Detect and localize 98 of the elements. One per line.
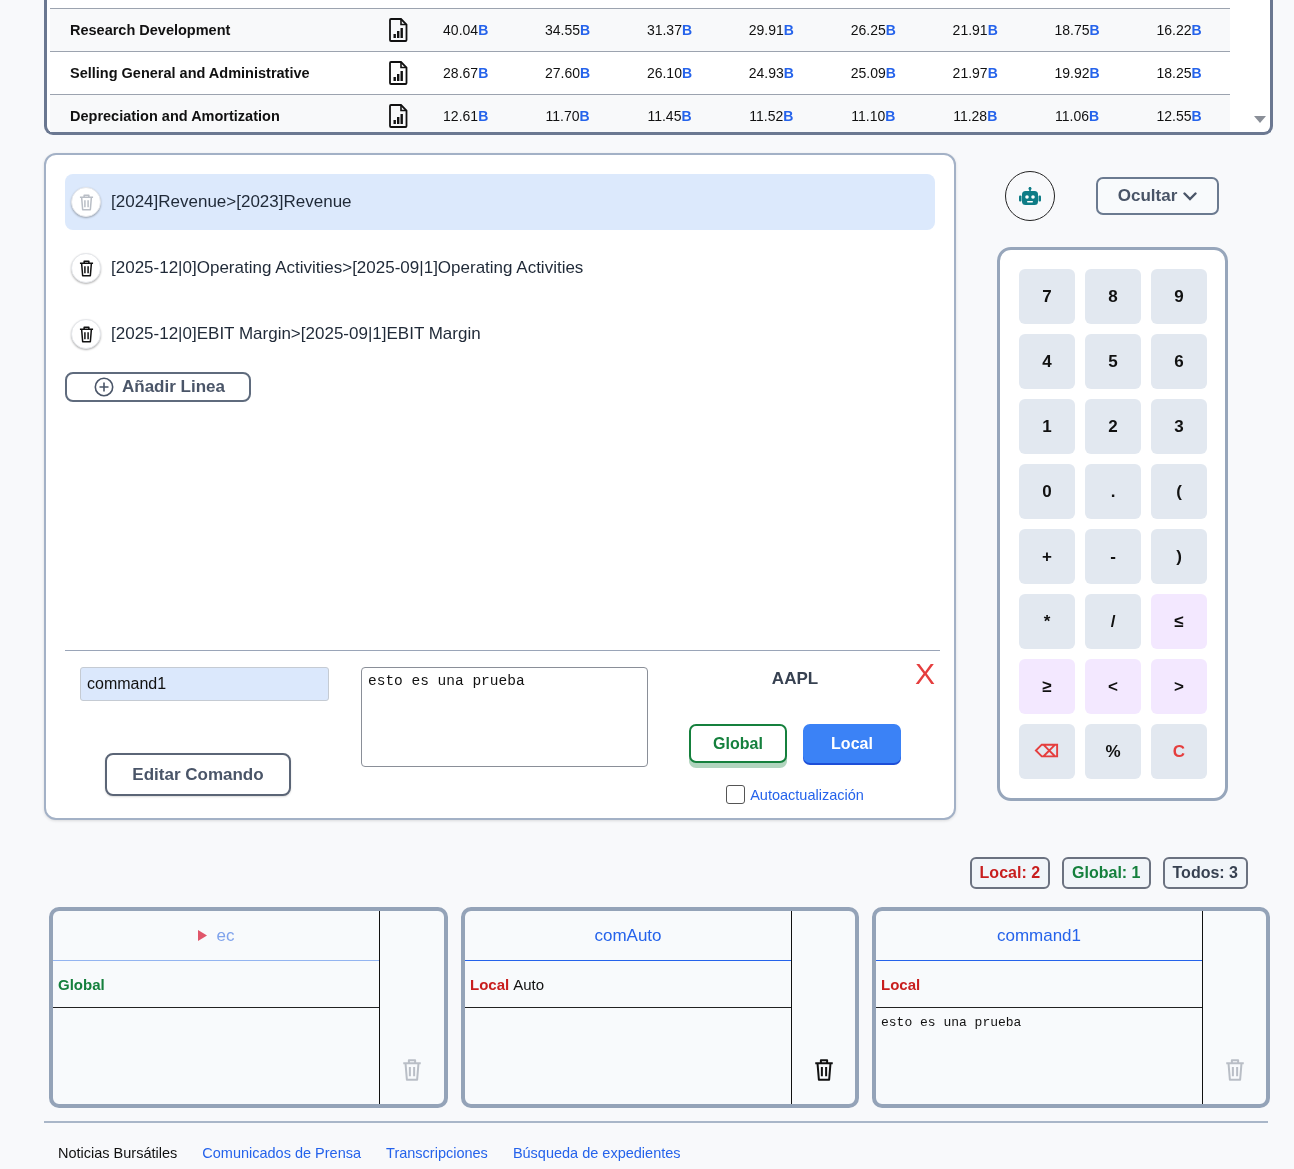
keypad-key[interactable]: 7 xyxy=(1019,269,1075,324)
value-cell-text: 18.75B xyxy=(1053,22,1101,38)
keypad-key[interactable]: % xyxy=(1085,724,1141,779)
formula-text: [2024]Revenue>[2023]Revenue xyxy=(111,192,352,212)
keypad-key[interactable]: ) xyxy=(1151,529,1207,584)
command-card[interactable]: ec Global xyxy=(49,907,448,1108)
close-button[interactable]: X xyxy=(915,661,935,687)
keypad-key[interactable]: > xyxy=(1151,659,1207,714)
filter-button[interactable]: Local: 2 xyxy=(969,857,1051,889)
value-cell-text: 12.55B xyxy=(1155,108,1203,124)
scope-label: Local xyxy=(470,975,510,993)
delete-button[interactable] xyxy=(71,253,101,283)
keypad-key[interactable]: < xyxy=(1085,659,1141,714)
value-cell-text: 21.91B xyxy=(951,22,999,38)
value-cell-text: 25.09B xyxy=(849,65,897,81)
trash-icon xyxy=(78,325,94,343)
command-card[interactable]: comAuto Local Auto xyxy=(461,907,859,1108)
scope-label: Local xyxy=(881,975,921,993)
auto-tag: Auto xyxy=(513,975,545,993)
document-chart-icon[interactable] xyxy=(387,61,408,85)
value-cell-text: 11.10B xyxy=(850,108,897,124)
keypad-key[interactable]: 5 xyxy=(1085,334,1141,389)
ticker-label: AAPL xyxy=(771,669,819,689)
scope-button[interactable]: Global xyxy=(689,724,787,763)
formula-line[interactable]: [2025-12|0]EBIT Margin>[2025-09|1]EBIT Margin xyxy=(65,306,935,362)
keypad-key[interactable]: * xyxy=(1019,594,1075,649)
auto-update-label[interactable]: Autoactualización xyxy=(750,786,864,803)
row-label: Depreciation and Amortization xyxy=(69,108,281,124)
keypad-key[interactable]: ≥ xyxy=(1019,659,1075,714)
value-cell-text: 40.04B xyxy=(442,22,490,38)
command-title: command1 xyxy=(996,925,1082,946)
keypad-key[interactable]: ≤ xyxy=(1151,594,1207,649)
value-cell-text: 21.97B xyxy=(951,65,999,81)
formula-text: [2025-12|0]EBIT Margin>[2025-09|1]EBIT Margin xyxy=(111,324,481,344)
keypad-key[interactable]: 1 xyxy=(1019,399,1075,454)
keypad-key[interactable]: / xyxy=(1085,594,1141,649)
value-cell-text: 29.91B xyxy=(747,22,795,38)
trash-icon xyxy=(78,259,94,277)
keypad-key[interactable]: . xyxy=(1085,464,1141,519)
robot-icon xyxy=(1019,186,1041,206)
plus-circle-icon xyxy=(94,377,114,397)
value-cell-text: 31.37B xyxy=(645,22,694,38)
hide-button[interactable]: Ocultar xyxy=(1096,177,1219,215)
scroll-down-arrow-icon[interactable] xyxy=(1254,116,1266,123)
keypad-key[interactable]: + xyxy=(1019,529,1075,584)
value-cell-text: 11.52B xyxy=(748,108,795,124)
command-name-input[interactable]: command1 xyxy=(80,667,329,701)
filter-button[interactable]: Global: 1 xyxy=(1062,857,1151,889)
keypad-key[interactable]: - xyxy=(1085,529,1141,584)
row-label: Selling General and Administrative xyxy=(69,65,311,81)
description-field[interactable]: esto es una prueba xyxy=(361,667,648,767)
filter-button[interactable]: Todos: 3 xyxy=(1162,857,1248,889)
value-cell-text: 11.45B xyxy=(646,108,693,124)
document-chart-icon[interactable] xyxy=(387,18,408,42)
trash-icon xyxy=(78,193,94,211)
keypad-key[interactable]: 3 xyxy=(1151,399,1207,454)
checkbox[interactable] xyxy=(726,785,746,804)
chevron-down-icon xyxy=(1183,191,1198,201)
footer-tab[interactable]: Búsqueda de expedientes xyxy=(512,1145,681,1161)
command-title: ec xyxy=(216,925,235,946)
keypad-key[interactable]: 6 xyxy=(1151,334,1207,389)
value-cell-text: 34.55B xyxy=(544,22,592,38)
trash-icon[interactable] xyxy=(813,1058,834,1082)
footer-tab[interactable]: Noticias Bursátiles xyxy=(58,1145,178,1161)
value-cell-text: 16.22B xyxy=(1155,22,1203,38)
keypad-key[interactable]: 9 xyxy=(1151,269,1207,324)
value-cell-text: 27.60B xyxy=(544,65,592,81)
value-cell-text: 28.67B xyxy=(442,65,490,81)
command-description: esto es una prueba xyxy=(881,1015,1022,1030)
command-card[interactable]: command1 Local esto es una prueba xyxy=(872,907,1270,1108)
value-cell-text: 26.25B xyxy=(849,22,897,38)
command-title: comAuto xyxy=(594,925,662,946)
keypad-key[interactable]: 8 xyxy=(1085,269,1141,324)
value-cell-text: 18.25B xyxy=(1155,65,1203,81)
value-cell-text: 11.06B xyxy=(1054,108,1101,124)
value-cell-text: 11.70B xyxy=(544,108,591,124)
keypad-key[interactable]: 4 xyxy=(1019,334,1075,389)
delete-button[interactable] xyxy=(71,319,101,349)
formula-text: [2025-12|0]Operating Activities>[2025-09|1]Operating Activities xyxy=(111,258,584,278)
scope-label: Global xyxy=(58,975,105,993)
keypad-key[interactable]: ( xyxy=(1151,464,1207,519)
footer-tab[interactable]: Transcripciones xyxy=(386,1145,488,1161)
scope-button[interactable]: Local xyxy=(803,724,901,763)
document-chart-icon[interactable] xyxy=(387,104,408,128)
edit-command-button[interactable]: Editar Comando xyxy=(105,753,291,796)
add-line-button[interactable]: Añadir Linea xyxy=(65,372,251,402)
keypad-key[interactable]: 0 xyxy=(1019,464,1075,519)
value-cell-text: 19.92B xyxy=(1053,65,1101,81)
value-cell-text: 12.61B xyxy=(442,108,490,124)
value-cell-text: 26.10B xyxy=(645,65,694,81)
row-label: Research Development xyxy=(69,22,232,38)
value-cell-text: 11.28B xyxy=(952,108,999,124)
footer-tab[interactable]: Comunicados de Prensa xyxy=(202,1145,362,1161)
robot-button[interactable] xyxy=(1005,171,1055,221)
formula-line[interactable]: [2025-12|0]Operating Activities>[2025-09|1]Operating Activities xyxy=(65,240,935,296)
value-cell-text: 24.93B xyxy=(747,65,795,81)
keypad-key[interactable]: 2 xyxy=(1085,399,1141,454)
play-icon xyxy=(197,930,207,941)
